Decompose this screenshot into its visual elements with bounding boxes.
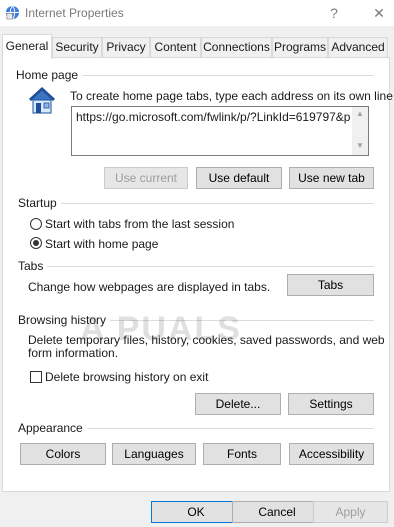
colors-button[interactable]: Colors (20, 443, 106, 465)
browsing-history-description-line2: form information. (28, 346, 119, 360)
appearance-title: Appearance (18, 421, 87, 435)
help-button[interactable]: ? (323, 3, 345, 23)
startup-home-page-label[interactable]: Start with home page (45, 237, 158, 251)
home-page-url-value: https://go.microsoft.com/fwlink/p/?LinkI… (76, 110, 351, 124)
startup-last-session-radio[interactable] (30, 218, 42, 230)
home-page-url-textarea[interactable]: https://go.microsoft.com/fwlink/p/?LinkI… (71, 106, 369, 156)
delete-on-exit-checkbox[interactable] (30, 371, 42, 383)
window-title: Internet Properties (25, 6, 124, 20)
tab-privacy[interactable]: Privacy (102, 37, 150, 57)
divider (18, 266, 374, 267)
tabs-section-title: Tabs (18, 259, 48, 273)
apply-button[interactable]: Apply (313, 501, 388, 523)
textarea-scrollbar[interactable]: ▲ ▼ (352, 107, 368, 155)
languages-button[interactable]: Languages (112, 443, 196, 465)
startup-title: Startup (18, 196, 61, 210)
home-page-description: To create home page tabs, type each addr… (70, 89, 394, 103)
browsing-history-description-line1: Delete temporary files, history, cookies… (28, 333, 385, 347)
scroll-down-icon[interactable]: ▼ (352, 141, 368, 150)
cancel-button[interactable]: Cancel (232, 501, 322, 523)
use-current-button[interactable]: Use current (104, 167, 188, 189)
tab-advanced[interactable]: Advanced (328, 37, 388, 57)
history-settings-button[interactable]: Settings (288, 393, 374, 415)
title-bar: Internet Properties ? ✕ (0, 0, 394, 26)
scroll-up-icon[interactable]: ▲ (352, 109, 368, 118)
internet-options-icon (5, 5, 20, 20)
tab-general[interactable]: General (2, 34, 52, 59)
tab-programs[interactable]: Programs (272, 37, 328, 57)
tabs-section-description: Change how webpages are displayed in tab… (28, 280, 271, 294)
home-page-title: Home page (16, 68, 83, 82)
delete-on-exit-label[interactable]: Delete browsing history on exit (45, 370, 208, 384)
accessibility-button[interactable]: Accessibility (289, 443, 374, 465)
tab-connections[interactable]: Connections (201, 37, 272, 57)
use-default-button[interactable]: Use default (196, 167, 282, 189)
use-new-tab-button[interactable]: Use new tab (289, 167, 374, 189)
close-button[interactable]: ✕ (368, 3, 390, 23)
tabs-settings-button[interactable]: Tabs (287, 274, 374, 296)
browsing-history-title: Browsing history (18, 313, 111, 327)
startup-last-session-label[interactable]: Start with tabs from the last session (45, 217, 234, 231)
delete-history-button[interactable]: Delete... (195, 393, 281, 415)
tab-security[interactable]: Security (52, 37, 102, 57)
ok-button[interactable]: OK (151, 501, 241, 523)
home-icon (28, 86, 56, 114)
divider (18, 203, 374, 204)
startup-home-page-radio[interactable] (30, 237, 42, 249)
tab-content[interactable]: Content (150, 37, 201, 57)
tab-bar: General Security Privacy Content Connect… (0, 34, 394, 59)
fonts-button[interactable]: Fonts (203, 443, 281, 465)
